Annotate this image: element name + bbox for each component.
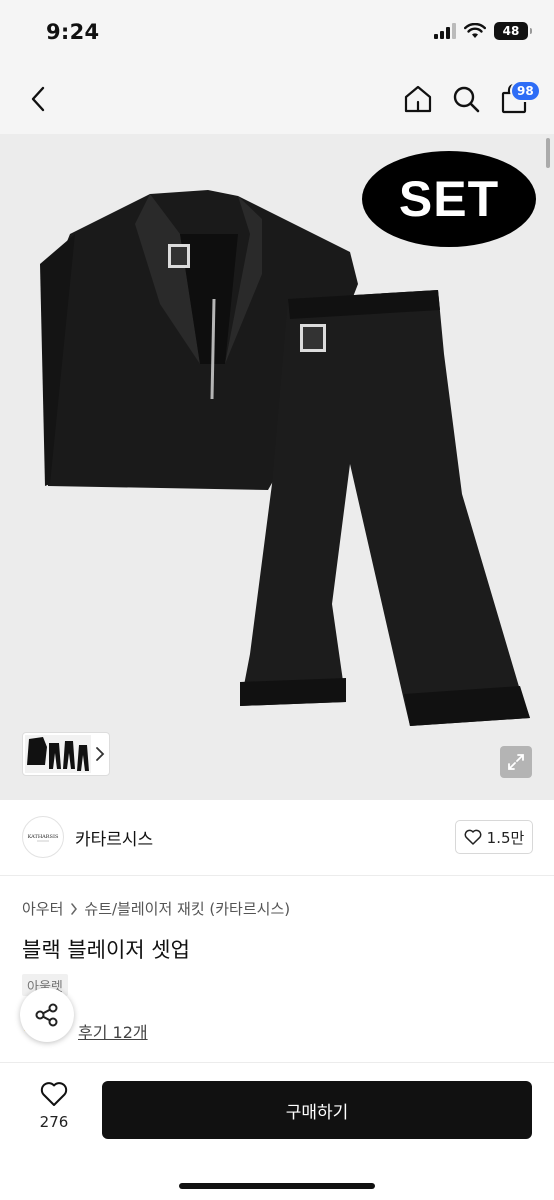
shop-row[interactable]: KATHARSIS 카타르시스 1.5만 bbox=[0, 800, 554, 876]
chevron-right-icon bbox=[71, 902, 78, 915]
bottom-action-bar: 276 구매하기 bbox=[0, 1062, 554, 1200]
wifi-icon bbox=[464, 23, 486, 38]
home-indicator bbox=[179, 1183, 375, 1189]
shop-logo-image: KATHARSIS bbox=[28, 834, 59, 842]
product-title: 블랙 블레이저 셋업 bbox=[22, 938, 190, 962]
shop-follow-button[interactable]: 1.5만 bbox=[455, 820, 533, 854]
status-icons: 48 bbox=[434, 22, 532, 40]
shop-name[interactable]: 카타르시스 bbox=[75, 825, 153, 850]
product-image-gallery[interactable]: SET bbox=[0, 134, 554, 800]
set-badge: SET bbox=[362, 151, 536, 247]
back-icon[interactable] bbox=[24, 84, 54, 114]
follow-count: 1.5만 bbox=[486, 828, 525, 847]
expand-image-button[interactable] bbox=[500, 746, 532, 778]
heart-icon bbox=[40, 1082, 68, 1106]
nav-bar: 98 bbox=[0, 62, 554, 134]
thumbnail-strip[interactable] bbox=[22, 732, 110, 776]
like-button[interactable]: 276 bbox=[30, 1081, 78, 1137]
review-link[interactable]: 후기 12개 bbox=[78, 1019, 148, 1043]
status-time: 9:24 bbox=[46, 20, 100, 44]
shop-logo[interactable]: KATHARSIS bbox=[22, 816, 64, 858]
search-icon[interactable] bbox=[450, 83, 482, 115]
share-button[interactable] bbox=[20, 988, 74, 1042]
battery-indicator: 48 bbox=[494, 22, 532, 40]
home-icon[interactable] bbox=[402, 83, 434, 115]
breadcrumb: 아우터 슈트/블레이저 재킷 (카타르시스) bbox=[22, 898, 290, 919]
thumbnail-image[interactable] bbox=[25, 735, 91, 773]
share-icon bbox=[35, 1003, 58, 1027]
like-count: 276 bbox=[39, 1113, 69, 1131]
scroll-indicator bbox=[546, 138, 550, 168]
heart-outline-icon bbox=[464, 829, 482, 845]
buy-button[interactable]: 구매하기 bbox=[102, 1081, 532, 1139]
svg-text:KATHARSIS: KATHARSIS bbox=[28, 834, 59, 840]
breadcrumb-category[interactable]: 아우터 bbox=[22, 898, 63, 919]
status-bar: 9:24 48 bbox=[0, 0, 554, 62]
cart-count-badge: 98 bbox=[510, 80, 541, 102]
chevron-right-icon[interactable] bbox=[93, 746, 107, 762]
signal-icon bbox=[434, 23, 456, 39]
breadcrumb-subcategory[interactable]: 슈트/블레이저 재킷 (카타르시스) bbox=[84, 898, 290, 919]
expand-icon bbox=[508, 754, 524, 770]
